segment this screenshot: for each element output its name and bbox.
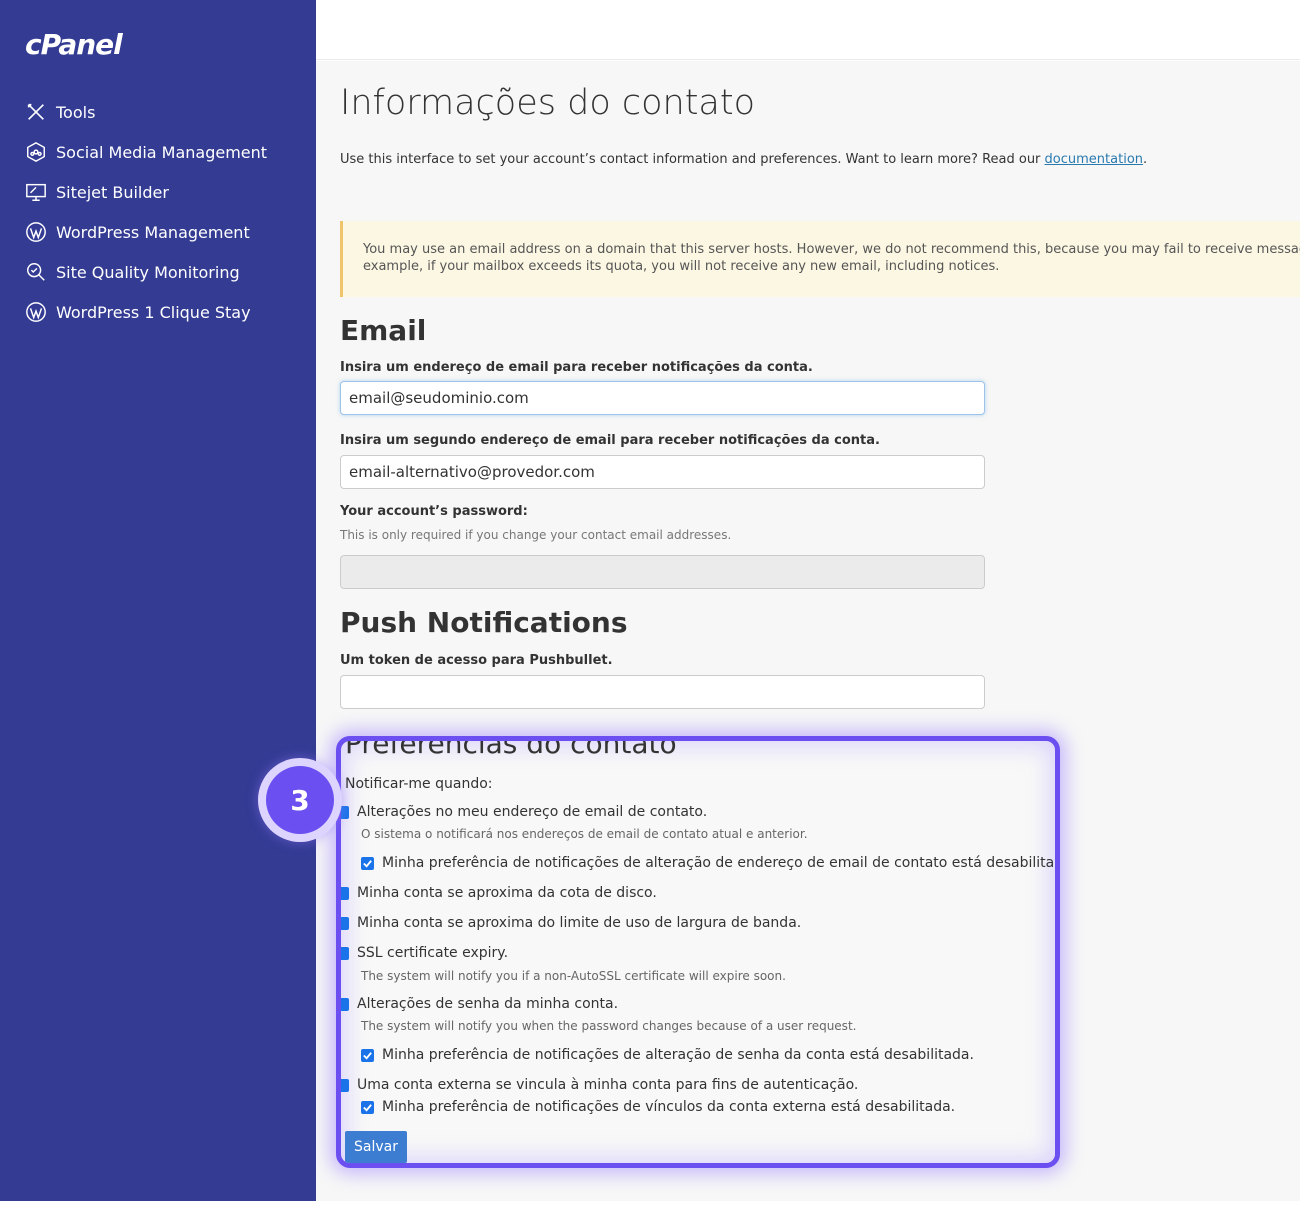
pref-label: Minha preferência de notificações de alt… xyxy=(382,1047,974,1063)
pref-ssl-expiry[interactable]: SSL certificate expiry. xyxy=(341,945,509,961)
documentation-link[interactable]: documentation xyxy=(1045,152,1143,167)
page-title: Informações do contato xyxy=(340,83,756,123)
pref-label: Alterações no meu endereço de email de c… xyxy=(357,804,708,820)
intro-text: Use this interface to set your account’s… xyxy=(340,152,1147,167)
step-badge: 3 xyxy=(258,758,342,842)
checkbox[interactable] xyxy=(361,856,374,870)
intro-period: . xyxy=(1143,152,1148,167)
pref-email-change[interactable]: Alterações no meu endereço de email de c… xyxy=(341,804,708,820)
warning-callout: You may use an email address on a domain… xyxy=(340,221,1300,297)
secondary-email-field[interactable] xyxy=(340,455,985,489)
save-button[interactable]: Salvar xyxy=(345,1131,407,1163)
wordpress-icon xyxy=(24,300,48,324)
warning-line-2: example, if your mailbox exceeds its quo… xyxy=(363,259,1000,274)
pushbullet-label: Um token de acesso para Pushbullet. xyxy=(340,653,613,668)
sidebar-item-wordpress-clique[interactable]: WordPress 1 Clique Stay xyxy=(24,292,267,332)
preferences-subtitle: Notificar-me quando: xyxy=(345,776,493,792)
social-media-icon xyxy=(24,140,48,164)
email-field[interactable] xyxy=(340,381,985,415)
pref-label: Minha conta se aproxima da cota de disco… xyxy=(357,885,657,901)
sidebar-item-label: WordPress Management xyxy=(56,222,250,242)
step-number: 3 xyxy=(266,766,334,834)
pref-external-link-disabled[interactable]: Minha preferência de notificações de vín… xyxy=(361,1099,955,1115)
sidebar-nav: Tools Social Media Management Sitejet Bu… xyxy=(24,92,267,332)
sidebar-item-sitejet[interactable]: Sitejet Builder xyxy=(24,172,267,212)
sidebar-item-label: Social Media Management xyxy=(56,142,268,162)
pref-disk-quota[interactable]: Minha conta se aproxima da cota de disco… xyxy=(341,885,657,901)
sidebar: cPanel Tools Social Media Management Sit… xyxy=(0,0,316,1201)
sidebar-item-wordpress-management[interactable]: WordPress Management xyxy=(24,212,267,252)
pref-label: SSL certificate expiry. xyxy=(357,945,509,961)
bottom-strip xyxy=(0,1201,1300,1220)
pref-label: Minha preferência de notificações de alt… xyxy=(382,855,1060,871)
sidebar-item-label: WordPress 1 Clique Stay xyxy=(56,302,251,322)
top-bar xyxy=(316,0,1300,60)
pref-help: The system will notify you if a non-Auto… xyxy=(361,969,786,983)
pref-bandwidth[interactable]: Minha conta se aproxima do limite de uso… xyxy=(341,915,802,931)
password-label: Your account’s password: xyxy=(340,504,528,519)
secondary-email-label: Insira um segundo endereço de email para… xyxy=(340,433,880,448)
site-quality-icon xyxy=(24,260,48,284)
email-section-title: Email xyxy=(340,314,427,347)
sidebar-item-label: Sitejet Builder xyxy=(56,182,169,202)
checkbox[interactable] xyxy=(361,1100,374,1114)
contact-preferences-panel: Preferências do contato Notificar-me qua… xyxy=(336,736,1060,1168)
warning-text: You may use an email address on a domain… xyxy=(363,241,1300,275)
intro-body: Use this interface to set your account’s… xyxy=(340,152,1045,167)
checkbox[interactable] xyxy=(341,805,349,819)
pref-label: Minha conta se aproxima do limite de uso… xyxy=(357,915,802,931)
checkbox[interactable] xyxy=(341,997,349,1011)
sitejet-icon xyxy=(24,180,48,204)
checkbox[interactable] xyxy=(341,946,349,960)
pref-label: Minha preferência de notificações de vín… xyxy=(382,1099,956,1115)
pref-label: Uma conta externa se vincula à minha con… xyxy=(357,1077,859,1093)
sidebar-item-site-quality[interactable]: Site Quality Monitoring xyxy=(24,252,267,292)
pushbullet-token-field[interactable] xyxy=(340,675,985,709)
sidebar-item-label: Site Quality Monitoring xyxy=(56,262,240,282)
tools-icon xyxy=(24,100,48,124)
password-field[interactable] xyxy=(340,555,985,589)
checkbox[interactable] xyxy=(341,1078,349,1092)
checkbox[interactable] xyxy=(341,916,349,930)
wordpress-icon xyxy=(24,220,48,244)
preferences-title: Preferências do contato xyxy=(345,736,677,760)
pref-password-change[interactable]: Alterações de senha da minha conta. xyxy=(341,996,619,1012)
pref-help: The system will notify you when the pass… xyxy=(361,1019,857,1033)
push-section-title: Push Notifications xyxy=(340,606,628,639)
pref-external-link[interactable]: Uma conta externa se vincula à minha con… xyxy=(341,1077,859,1093)
cpanel-logo[interactable]: cPanel xyxy=(25,28,123,61)
pref-password-change-disabled[interactable]: Minha preferência de notificações de alt… xyxy=(361,1047,974,1063)
pref-help: O sistema o notificará nos endereços de … xyxy=(361,827,808,841)
sidebar-item-social-media[interactable]: Social Media Management xyxy=(24,132,267,172)
main-content: Informações do contato Use this interfac… xyxy=(316,61,1300,1201)
warning-line-1: You may use an email address on a domain… xyxy=(363,242,1300,257)
pref-label: Alterações de senha da minha conta. xyxy=(357,996,619,1012)
sidebar-item-label: Tools xyxy=(56,102,96,122)
pref-email-change-disabled[interactable]: Minha preferência de notificações de alt… xyxy=(361,855,1060,871)
password-help: This is only required if you change your… xyxy=(340,528,732,542)
checkbox[interactable] xyxy=(341,886,349,900)
checkbox[interactable] xyxy=(361,1048,374,1062)
sidebar-item-tools[interactable]: Tools xyxy=(24,92,267,132)
email-label: Insira um endereço de email para receber… xyxy=(340,360,813,375)
